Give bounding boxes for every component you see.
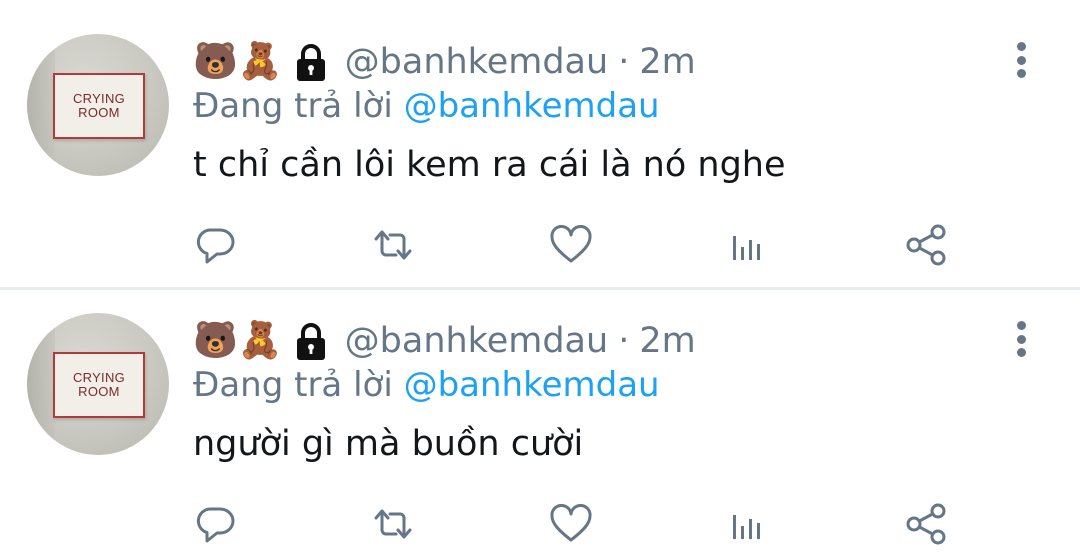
separator-dot: · <box>618 42 630 82</box>
replying-to: Đang trả lời @banhkemdau <box>193 365 660 405</box>
timestamp[interactable]: 2m <box>639 321 695 361</box>
share-icon <box>906 503 946 545</box>
more-vertical-icon[interactable] <box>1006 40 1036 80</box>
analytics-button[interactable] <box>726 501 772 547</box>
avatar-sign-line1: CRYING <box>72 91 126 106</box>
avatar[interactable]: CRYING ROOM <box>27 313 169 455</box>
like-button[interactable] <box>548 501 594 547</box>
replying-to: Đang trả lời @banhkemdau <box>193 86 660 126</box>
analytics-icon <box>733 236 760 260</box>
separator-dot: · <box>618 321 630 361</box>
replying-to-label: Đang trả lời <box>193 86 393 126</box>
user-handle[interactable]: @banhkemdau <box>345 321 609 361</box>
avatar-sign: CRYING ROOM <box>53 73 145 139</box>
reply-mention-link[interactable]: @banhkemdau <box>404 86 660 126</box>
replying-to-label: Đang trả lời <box>193 365 393 405</box>
user-handle[interactable]: @banhkemdau <box>345 42 609 82</box>
like-icon <box>550 225 592 263</box>
analytics-button[interactable] <box>726 222 772 268</box>
lock-icon <box>296 44 325 81</box>
tweet-header: 🐻🧸 @banhkemdau · 2m <box>193 40 696 84</box>
tweet-actions <box>0 501 1080 547</box>
avatar-sign-line2: ROOM <box>78 105 120 120</box>
tweet-text: người gì mà buồn cười <box>193 424 584 464</box>
tweet-text: t chỉ cần lôi kem ra cái là nó nghe <box>193 145 786 185</box>
reply-button[interactable] <box>192 222 238 268</box>
display-name-emojis[interactable]: 🐻🧸 <box>193 319 283 363</box>
retweet-button[interactable] <box>370 501 416 547</box>
avatar-background <box>27 34 55 176</box>
timestamp[interactable]: 2m <box>639 42 695 82</box>
like-button[interactable] <box>548 222 594 268</box>
avatar-sign: CRYING ROOM <box>53 352 145 418</box>
reply-icon <box>196 507 235 543</box>
share-icon <box>906 224 946 266</box>
tweet-item[interactable]: CRYING ROOM 🐻🧸 @banhkemdau · 2m Đang trả… <box>0 0 1080 278</box>
avatar-sign-line2: ROOM <box>78 384 120 399</box>
retweet-icon <box>374 509 412 539</box>
avatar-sign-line1: CRYING <box>72 370 126 385</box>
avatar[interactable]: CRYING ROOM <box>27 34 169 176</box>
analytics-icon <box>733 515 760 539</box>
tweet-header: 🐻🧸 @banhkemdau · 2m <box>193 319 696 363</box>
avatar-background <box>27 313 55 455</box>
share-button[interactable] <box>903 501 949 547</box>
share-button[interactable] <box>903 222 949 268</box>
tweet-actions <box>0 222 1080 268</box>
like-icon <box>550 504 592 542</box>
reply-icon <box>196 228 235 264</box>
more-vertical-icon[interactable] <box>1006 319 1036 359</box>
tweet-item[interactable]: CRYING ROOM 🐻🧸 @banhkemdau · 2m Đang trả… <box>0 279 1080 557</box>
display-name-emojis[interactable]: 🐻🧸 <box>193 40 283 84</box>
reply-button[interactable] <box>192 501 238 547</box>
reply-mention-link[interactable]: @banhkemdau <box>404 365 660 405</box>
lock-icon <box>296 323 325 360</box>
retweet-button[interactable] <box>370 222 416 268</box>
retweet-icon <box>374 230 412 260</box>
